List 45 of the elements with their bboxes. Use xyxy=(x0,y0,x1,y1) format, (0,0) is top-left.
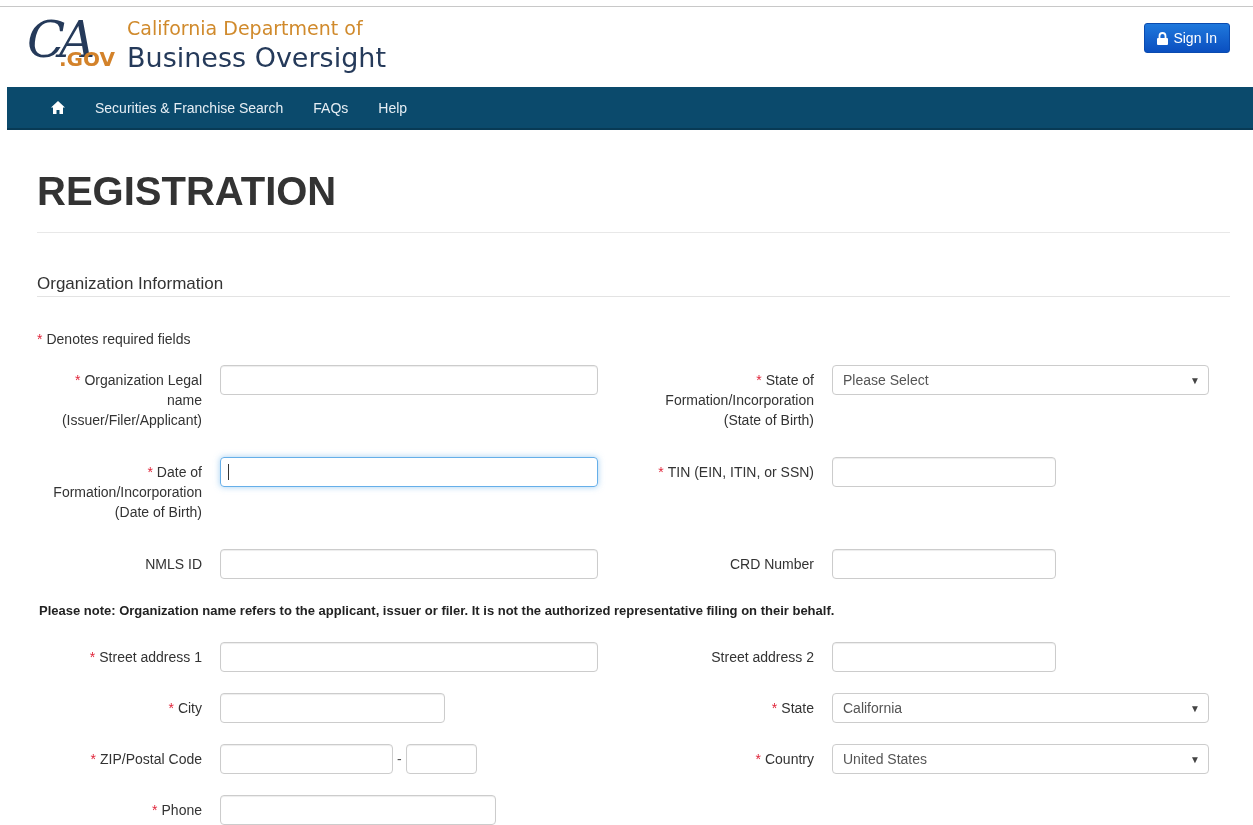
select-field[interactable]: California ▼ xyxy=(832,693,1209,723)
field-label: * Country xyxy=(754,750,814,769)
section-title: Organization Information xyxy=(37,273,1230,297)
field-label: NMLS ID xyxy=(144,555,202,574)
input-field[interactable] xyxy=(220,365,598,395)
dropdown-arrow-icon: ▼ xyxy=(1190,753,1200,765)
note-text: Please note: Organization name refers to the applicant, issuer or filer. It is not the authorized representative filing on their behalf. xyxy=(38,602,836,620)
nav-link[interactable]: FAQs xyxy=(298,99,364,116)
separator-text: - xyxy=(397,751,402,767)
input-field[interactable] xyxy=(405,744,477,774)
nav-link[interactable]: Help xyxy=(363,99,423,116)
field-label: * State xyxy=(770,699,814,718)
field-label: CRD Number xyxy=(729,555,814,574)
field-label: * TIN (EIN, ITIN, or SSN) xyxy=(657,463,814,482)
sign-in-button[interactable]: Sign In xyxy=(1144,23,1230,53)
select-field[interactable]: Please Select ▼ xyxy=(832,365,1209,395)
text-cursor xyxy=(228,464,229,480)
field-label: * Date of Formation/Incorporation (Date of Birth) xyxy=(52,463,202,522)
field-label: * State of Formation/Incorporation (State of Birth) xyxy=(664,371,814,430)
department-title: California Department of xyxy=(127,16,364,40)
field-label: * Organization Legal name (Issuer/Filer/Applicant) xyxy=(60,371,202,430)
department-name: Business Oversight xyxy=(127,41,386,75)
input-field[interactable] xyxy=(220,642,598,672)
input-field[interactable] xyxy=(220,693,445,723)
input-field[interactable] xyxy=(220,549,598,579)
field-label: * Phone xyxy=(151,801,202,820)
field-label: * Street address 1 xyxy=(88,648,202,667)
input-field[interactable] xyxy=(832,642,1056,672)
lock-icon xyxy=(1157,31,1169,45)
logo[interactable]: CA .GOV xyxy=(27,9,119,79)
input-field[interactable] xyxy=(832,457,1056,487)
page-title: REGISTRATION xyxy=(37,130,1230,233)
field-label: Street address 2 xyxy=(710,648,814,667)
input-field[interactable] xyxy=(220,457,598,487)
select-field[interactable]: United States ▼ xyxy=(832,744,1209,774)
home-icon xyxy=(51,101,65,114)
input-field[interactable] xyxy=(220,744,393,774)
field-label: * ZIP/Postal Code xyxy=(89,750,202,769)
input-field[interactable] xyxy=(832,549,1056,579)
input-field[interactable] xyxy=(220,795,496,825)
field-label: * City xyxy=(167,699,202,718)
nav-link[interactable]: Securities & Franchise Search xyxy=(80,99,299,116)
dropdown-arrow-icon: ▼ xyxy=(1190,374,1200,386)
required-note: * Denotes required fields xyxy=(37,330,192,349)
dropdown-arrow-icon: ▼ xyxy=(1190,702,1200,714)
